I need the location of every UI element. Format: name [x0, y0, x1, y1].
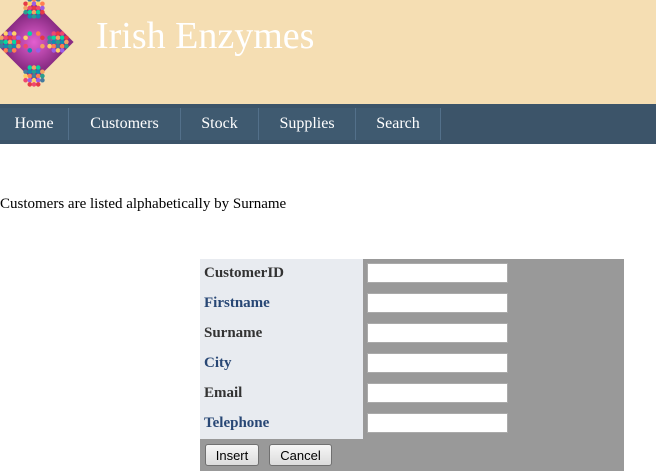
label-customerid: CustomerID: [204, 265, 284, 281]
customer-form: CustomerID Firstname Surname City Email …: [200, 259, 624, 471]
label-surname: Surname: [204, 325, 263, 341]
telephone-input[interactable]: [367, 413, 508, 433]
surname-input[interactable]: [367, 323, 508, 343]
label-email: Email: [204, 385, 243, 401]
label-city: City: [204, 355, 232, 371]
city-input[interactable]: [367, 353, 508, 373]
firstname-input[interactable]: [367, 293, 508, 313]
main-nav: Home Customers Stock Supplies Search: [0, 104, 656, 144]
insert-button[interactable]: Insert: [205, 444, 259, 466]
enzyme-logo-icon: [0, 0, 74, 87]
nav-supplies[interactable]: Supplies: [259, 108, 356, 140]
email-input[interactable]: [367, 383, 508, 403]
intro-text: Customers are listed alphabetically by S…: [0, 196, 287, 212]
nav-home[interactable]: Home: [0, 108, 69, 140]
site-title: Irish Enzymes: [96, 15, 315, 57]
nav-search[interactable]: Search: [356, 108, 441, 140]
site-header: Irish Enzymes: [0, 0, 656, 104]
label-column: CustomerID Firstname Surname City Email …: [200, 259, 363, 439]
nav-customers[interactable]: Customers: [69, 108, 181, 140]
cancel-button[interactable]: Cancel: [269, 444, 332, 466]
label-telephone: Telephone: [204, 415, 270, 431]
customerid-input[interactable]: [367, 263, 508, 283]
label-firstname: Firstname: [204, 295, 270, 311]
nav-stock[interactable]: Stock: [181, 108, 259, 140]
